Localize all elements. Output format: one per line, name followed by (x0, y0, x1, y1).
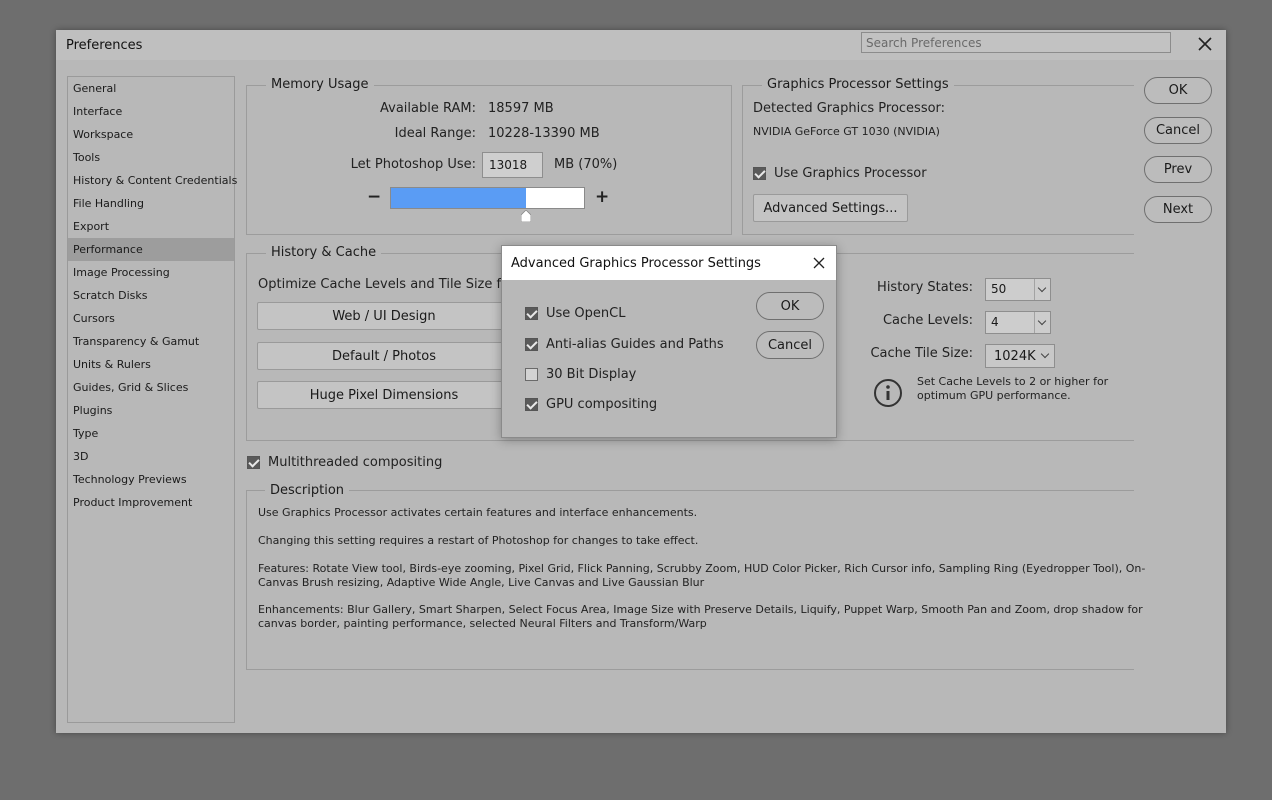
memory-amount-input[interactable] (482, 152, 543, 178)
memory-slider-fill (391, 188, 526, 208)
next-button[interactable]: Next (1144, 196, 1212, 223)
sidebar-item-transparency-and-gamut[interactable]: Transparency & Gamut (68, 330, 234, 353)
preferences-sidebar: General Interface Workspace Tools History & … (67, 76, 237, 723)
chevron-down-icon (1034, 279, 1050, 300)
sidebar-item-scratch-disks[interactable]: Scratch Disks (68, 284, 234, 307)
dialog-ok-button[interactable]: OK (756, 292, 824, 320)
cache-tile-size-select[interactable]: 1024K (985, 344, 1055, 368)
huge-pixel-dimensions-button[interactable]: Huge Pixel Dimensions (257, 381, 511, 409)
close-icon[interactable] (1195, 33, 1215, 55)
sidebar-item-image-processing[interactable]: Image Processing (68, 261, 234, 284)
history-states-label: History States: (877, 280, 973, 295)
sidebar-item-units-and-rulers[interactable]: Units & Rulers (68, 353, 234, 376)
cancel-button[interactable]: Cancel (1144, 117, 1212, 144)
use-opencl-checkbox[interactable] (525, 307, 538, 320)
history-states-value: 50 (991, 282, 1007, 296)
sidebar-item-plugins[interactable]: Plugins (68, 399, 234, 422)
30-bit-display-checkbox[interactable] (525, 368, 538, 381)
close-icon[interactable] (810, 254, 828, 272)
gpu-compositing-checkbox[interactable] (525, 398, 538, 411)
cache-tile-size-label: Cache Tile Size: (870, 346, 973, 361)
description-paragraph-2: Changing this setting requires a restart… (258, 534, 699, 547)
description-paragraph-1: Use Graphics Processor activates certain… (258, 506, 698, 519)
cache-levels-value: 4 (991, 315, 999, 329)
info-icon (873, 378, 903, 408)
gpu-compositing-label: GPU compositing (546, 397, 658, 412)
ok-button[interactable]: OK (1144, 77, 1212, 104)
description-title: Description (265, 483, 350, 498)
window-title: Preferences (66, 38, 143, 53)
detected-gpu-label: Detected Graphics Processor: (753, 101, 946, 116)
sidebar-item-general[interactable]: General (68, 77, 234, 100)
search-input[interactable] (861, 32, 1171, 53)
decrease-memory-button[interactable]: − (367, 187, 381, 207)
optimize-cache-label: Optimize Cache Levels and Tile Size for: (258, 277, 519, 292)
sidebar-item-guides-grid-and-slices[interactable]: Guides, Grid & Slices (68, 376, 234, 399)
sidebar-item-workspace[interactable]: Workspace (68, 123, 234, 146)
history-cache-title: History & Cache (266, 245, 382, 260)
sidebar-item-cursors[interactable]: Cursors (68, 307, 234, 330)
sidebar-item-3d[interactable]: 3D (68, 445, 234, 468)
sidebar-item-tools[interactable]: Tools (68, 146, 234, 169)
ideal-range-label: Ideal Range: (394, 126, 476, 141)
sidebar-item-type[interactable]: Type (68, 422, 234, 445)
memory-usage-title: Memory Usage (266, 77, 374, 92)
cache-tile-size-value: 1024K (994, 349, 1036, 364)
advanced-settings-button[interactable]: Advanced Settings... (753, 194, 908, 222)
dialog-cancel-button[interactable]: Cancel (756, 331, 824, 359)
prev-button[interactable]: Prev (1144, 156, 1212, 183)
advanced-gpu-settings-dialog: Advanced Graphics Processor Settings Use… (501, 245, 837, 438)
let-photoshop-use-label: Let Photoshop Use: (350, 157, 476, 172)
available-ram-value: 18597 MB (488, 101, 554, 116)
info-text-line2: optimum GPU performance. (917, 389, 1071, 402)
sidebar-item-file-handling[interactable]: File Handling (68, 192, 234, 215)
info-text-line1: Set Cache Levels to 2 or higher for (917, 375, 1109, 388)
dialog-title-bar: Advanced Graphics Processor Settings (502, 246, 836, 280)
memory-amount-suffix: MB (70%) (554, 157, 618, 172)
memory-slider[interactable] (390, 187, 585, 209)
description-features-line2: Canvas Brush resizing, Adaptive Wide Ang… (258, 576, 705, 589)
web-ui-design-button[interactable]: Web / UI Design (257, 302, 511, 330)
default-photos-button[interactable]: Default / Photos (257, 342, 511, 370)
ideal-range-value: 10228-13390 MB (488, 126, 600, 141)
available-ram-label: Available RAM: (380, 101, 476, 116)
sidebar-item-performance[interactable]: Performance (68, 238, 234, 261)
description-features-line1: Features: Rotate View tool, Birds-eye zo… (258, 562, 1146, 575)
use-gpu-checkbox[interactable] (753, 167, 766, 180)
title-bar: Preferences (56, 30, 1226, 60)
chevron-down-icon (1038, 345, 1054, 367)
anti-alias-label: Anti-alias Guides and Paths (546, 337, 724, 352)
sidebar-item-history-and-content-credentials[interactable]: History & Content Credentials (68, 169, 237, 192)
cache-levels-label: Cache Levels: (882, 313, 973, 328)
description-enhancements-line2: canvas border, painting performance, sel… (258, 617, 707, 630)
sidebar-item-export[interactable]: Export (68, 215, 234, 238)
detected-gpu-value: NVIDIA GeForce GT 1030 (NVIDIA) (753, 125, 940, 138)
graphics-processor-title: Graphics Processor Settings (762, 77, 954, 92)
multithreaded-compositing-label: Multithreaded compositing (268, 455, 443, 470)
sidebar-item-technology-previews[interactable]: Technology Previews (68, 468, 234, 491)
use-opencl-label: Use OpenCL (546, 306, 626, 321)
description-enhancements-line1: Enhancements: Blur Gallery, Smart Sharpe… (258, 603, 1143, 616)
sidebar-item-product-improvement[interactable]: Product Improvement (68, 491, 234, 514)
memory-slider-thumb[interactable] (520, 209, 532, 223)
dialog-title: Advanced Graphics Processor Settings (511, 256, 761, 271)
use-gpu-label: Use Graphics Processor (774, 166, 927, 181)
chevron-down-icon (1034, 312, 1050, 333)
increase-memory-button[interactable]: + (595, 187, 609, 207)
anti-alias-checkbox[interactable] (525, 338, 538, 351)
multithreaded-compositing-checkbox[interactable] (247, 456, 260, 469)
sidebar-item-interface[interactable]: Interface (68, 100, 234, 123)
30-bit-display-label: 30 Bit Display (546, 367, 637, 382)
cache-levels-select[interactable]: 4 (985, 311, 1051, 334)
history-states-select[interactable]: 50 (985, 278, 1051, 301)
